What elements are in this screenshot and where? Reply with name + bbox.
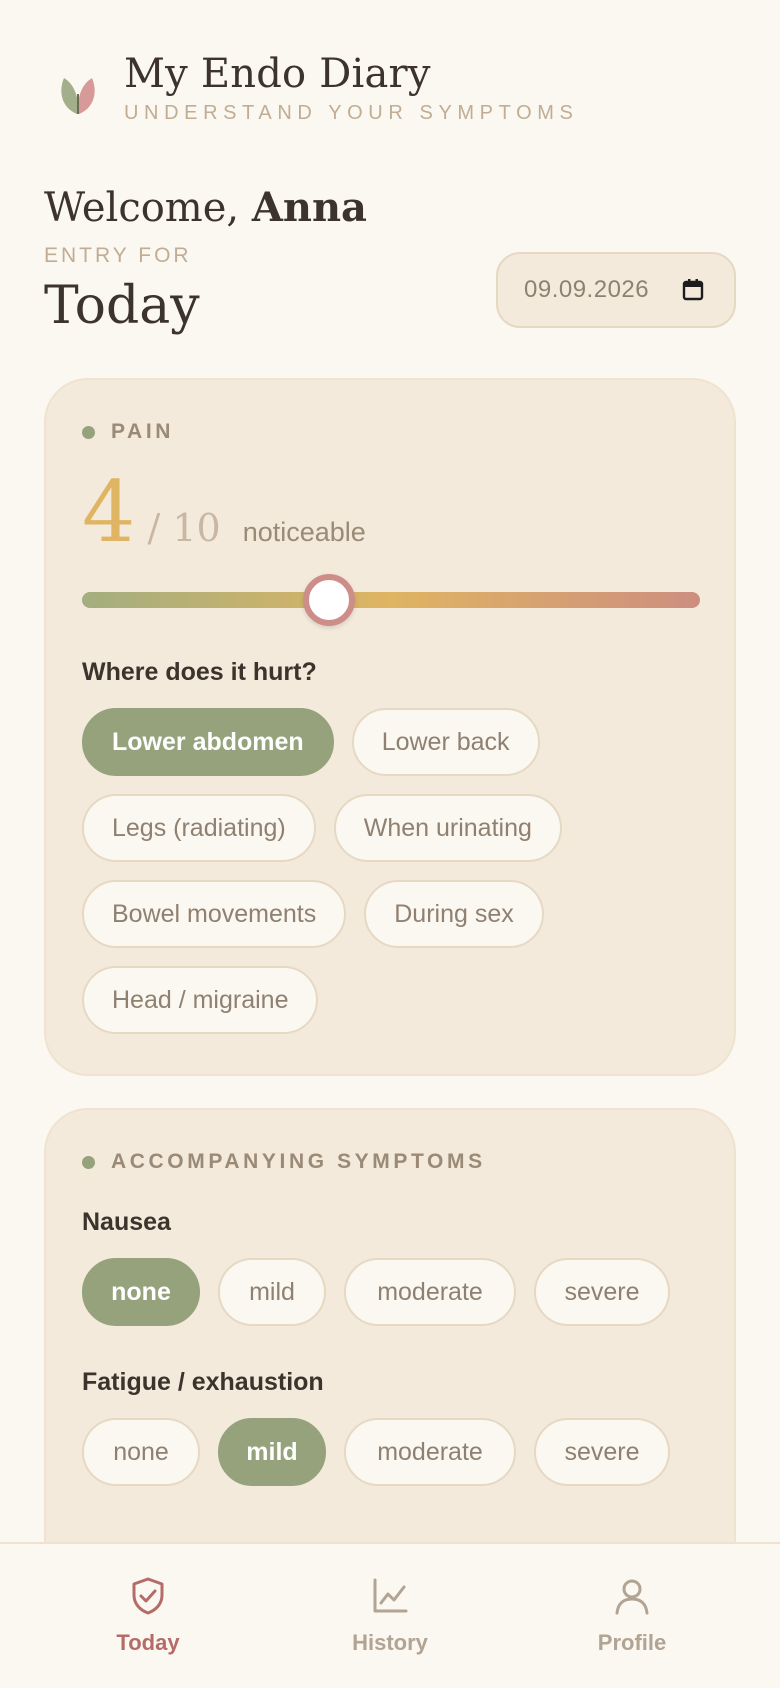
leaf-logo-icon	[61, 77, 95, 114]
pain-location-chip[interactable]: During sex	[364, 880, 544, 948]
date-value: 09.09.2026	[524, 276, 650, 303]
pain-location-question: Where does it hurt?	[82, 658, 317, 686]
pain-card: PAIN 4 / 10 noticeable Where does it hur…	[44, 378, 736, 1076]
fatigue-option-mild[interactable]: mild	[218, 1418, 326, 1486]
pain-location-chip[interactable]: When urinating	[333, 794, 562, 862]
nausea-option-severe[interactable]: severe	[534, 1258, 670, 1326]
nav-item-today[interactable]: Today	[68, 1576, 228, 1656]
pain-location-chip[interactable]: Lower abdomen	[82, 708, 334, 776]
nausea-option-moderate[interactable]: moderate	[344, 1258, 516, 1326]
welcome-text: Welcome, Anna	[44, 184, 367, 231]
fatigue-severity-options: none mild moderate severe	[82, 1418, 670, 1486]
pain-location-chip[interactable]: Bowel movements	[82, 880, 347, 948]
pain-section-header: PAIN	[82, 420, 174, 444]
fatigue-option-none[interactable]: none	[82, 1418, 200, 1486]
pain-location-chip[interactable]: Legs (radiating)	[82, 794, 316, 862]
pain-slider-thumb[interactable]	[303, 574, 356, 626]
section-dot	[82, 1155, 95, 1169]
app-brand: My Endo Diary UNDERSTAND YOUR SYMPTOMS	[124, 48, 578, 125]
pain-location-chip[interactable]: Head / migraine	[82, 966, 319, 1034]
entry-label: ENTRY FOR	[44, 244, 192, 267]
nausea-label: Nausea	[82, 1208, 171, 1236]
pain-score-description: noticeable	[242, 517, 366, 547]
welcome-name: Anna	[251, 184, 367, 231]
app-title: My Endo Diary	[124, 51, 431, 97]
nav-item-profile[interactable]: Profile	[552, 1576, 712, 1656]
nav-label-profile: Profile	[597, 1630, 667, 1655]
pain-slider[interactable]	[82, 574, 700, 626]
pain-location-chips: Lower abdomen Lower back Legs (radiating) W…	[82, 708, 602, 1034]
shield-check-icon	[132, 1577, 164, 1615]
app-subtitle: UNDERSTAND YOUR SYMPTOMS	[124, 102, 579, 124]
nav-label-today: Today	[116, 1630, 180, 1655]
nausea-severity-options: none mild moderate severe	[82, 1258, 670, 1326]
pain-section-title: PAIN	[111, 420, 175, 443]
nausea-option-none[interactable]: none	[82, 1258, 200, 1326]
welcome-greeting: Welcome,	[44, 185, 240, 231]
app-header: My Endo Diary UNDERSTAND YOUR SYMPTOMS	[58, 48, 578, 125]
fatigue-label: Fatigue / exhaustion	[82, 1368, 324, 1396]
entry-day: Today	[44, 276, 200, 336]
calendar-icon[interactable]	[682, 279, 704, 301]
fatigue-option-moderate[interactable]: moderate	[344, 1418, 516, 1486]
pain-score-max: / 10	[147, 506, 221, 550]
symptoms-section-title: ACCOMPANYING SYMPTOMS	[111, 1150, 486, 1173]
symptoms-section-header: ACCOMPANYING SYMPTOMS	[82, 1150, 486, 1174]
user-icon	[615, 1579, 649, 1615]
pain-score-value: 4	[82, 463, 136, 561]
line-chart-icon	[373, 1578, 408, 1613]
nausea-option-mild[interactable]: mild	[218, 1258, 326, 1326]
nav-label-history: History	[352, 1630, 428, 1655]
nav-item-history[interactable]: History	[310, 1576, 470, 1656]
bottom-nav: Today History Profile	[0, 1542, 780, 1688]
fatigue-option-severe[interactable]: severe	[534, 1418, 670, 1486]
pain-score: 4 / 10 noticeable	[82, 470, 366, 554]
section-dot	[82, 425, 95, 439]
pain-location-chip[interactable]: Lower back	[351, 708, 540, 776]
date-picker[interactable]: 09.09.2026	[496, 252, 736, 328]
